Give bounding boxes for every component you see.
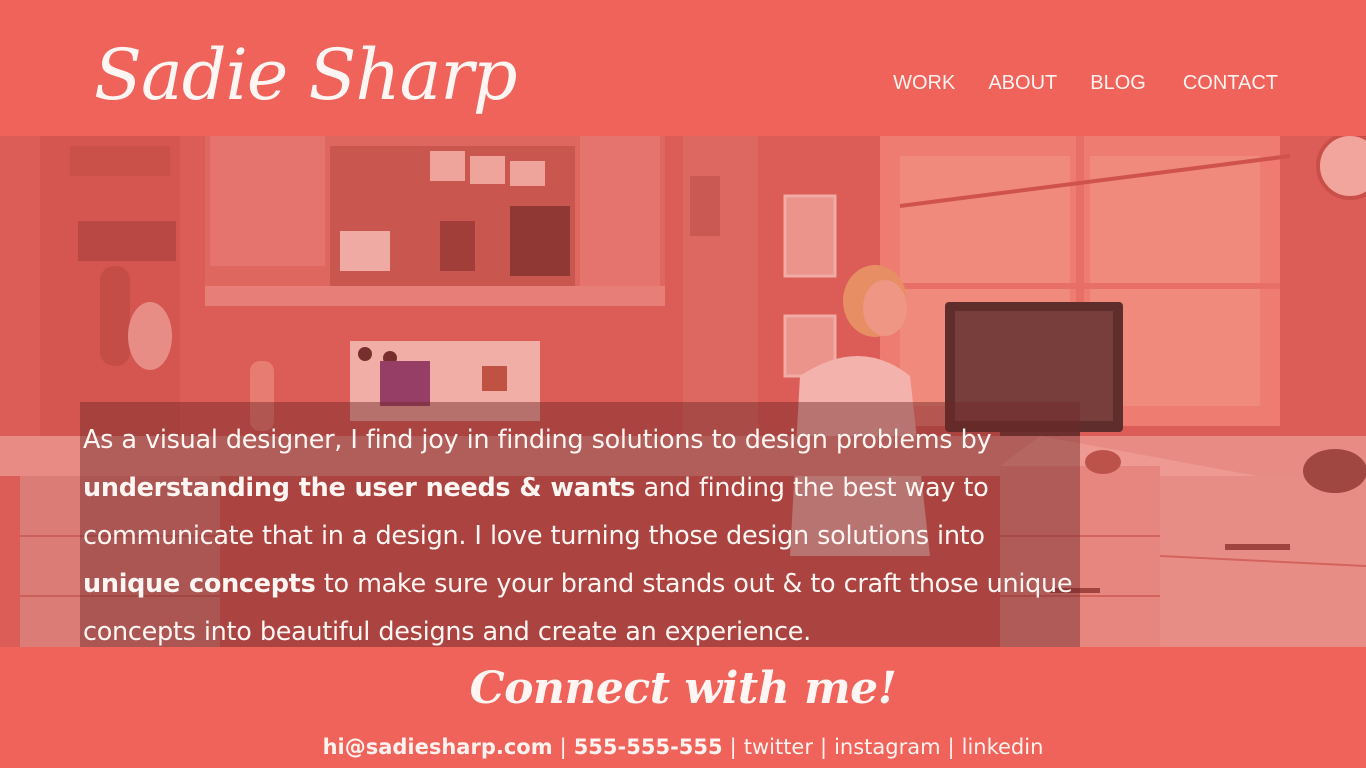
phone-link[interactable]: 555-555-555	[574, 735, 723, 759]
contact-links: hi@sadiesharp.com | 555-555-555 | twitter | in…	[0, 733, 1366, 761]
separator: |	[819, 735, 828, 759]
hero-section: As a visual designer, I find joy in find…	[0, 136, 1366, 647]
email-link[interactable]: hi@sadiesharp.com	[323, 735, 553, 759]
instagram-link[interactable]: instagram	[834, 735, 940, 759]
site-logo[interactable]: Sadie Sharp	[94, 30, 518, 120]
intro-highlight-user-needs: understanding the user needs & wants	[83, 473, 636, 503]
linkedin-link[interactable]: linkedin	[962, 735, 1044, 759]
nav-link-blog[interactable]: BLOG	[1090, 70, 1146, 96]
contact-footer: Connect with me! hi@sadiesharp.com | 555-5…	[0, 647, 1366, 768]
nav-link-contact[interactable]: CONTACT	[1183, 70, 1278, 96]
intro-panel: As a visual designer, I find joy in find…	[80, 402, 1080, 647]
intro-text-part: As a visual designer, I find joy in find…	[83, 425, 992, 455]
separator: |	[947, 735, 955, 759]
intro-highlight-unique-concepts: unique concepts	[83, 569, 316, 599]
separator: |	[559, 735, 567, 759]
twitter-link[interactable]: twitter	[744, 735, 813, 759]
connect-heading: Connect with me!	[469, 663, 897, 714]
nav-link-work[interactable]: WORK	[893, 70, 955, 96]
nav-link-about[interactable]: ABOUT	[988, 70, 1057, 96]
separator: |	[729, 735, 737, 759]
site-header: Sadie Sharp WORK ABOUT BLOG CONTACT	[0, 0, 1366, 136]
intro-text: As a visual designer, I find joy in find…	[83, 416, 1080, 647]
main-nav: WORK ABOUT BLOG CONTACT	[893, 70, 1278, 96]
